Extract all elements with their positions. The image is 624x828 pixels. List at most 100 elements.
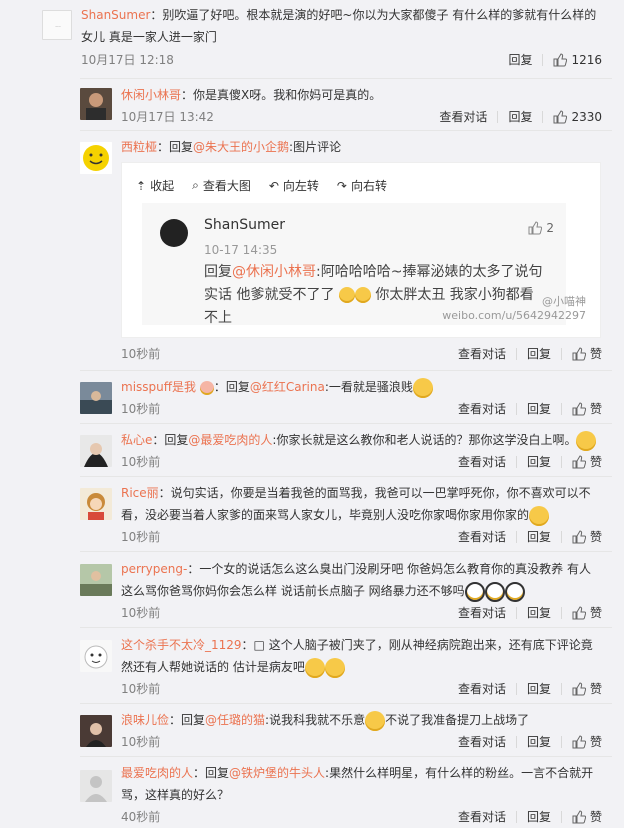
divider xyxy=(80,78,614,79)
mention-link[interactable]: @最爱吃肉的人 xyxy=(188,433,272,447)
thumbs-up-icon xyxy=(572,454,586,468)
avatar[interactable]: ··· xyxy=(42,10,72,40)
comment-username[interactable]: 浪味儿俭 xyxy=(121,713,169,727)
watermark-url: weibo.com/u/5642942297 xyxy=(442,309,586,322)
comment-username[interactable]: 私心e xyxy=(121,433,152,447)
angry-emoji-icon xyxy=(484,581,505,602)
view-conversation-button[interactable]: 查看对话 xyxy=(458,604,506,621)
comment-item: 私心e：回复@最爱吃肉的人:你家长就是这么教你和老人说话的？那你这学没白上啊。 … xyxy=(0,429,612,473)
comment-actions: 查看对话 回复 2330 xyxy=(439,108,602,125)
comment-body: perrypeng-：一个女的说话怎么这么臭出门没刷牙吧 你爸妈怎么教育你的真没… xyxy=(121,558,599,602)
mention-link[interactable]: @朱大王的小企鹅 xyxy=(193,140,289,154)
collapse-button[interactable]: ⇡ 收起 xyxy=(136,177,174,194)
comment-actions: 查看对话 回复 赞 xyxy=(458,808,602,825)
reply-button[interactable]: 回复 xyxy=(527,453,551,470)
reply-button[interactable]: 回复 xyxy=(527,528,551,545)
comment-item: misspuff是我 ：回复@红红Carina:一看就是骚浪贱 10秒前 查看对… xyxy=(0,376,612,420)
like-label: 赞 xyxy=(589,682,602,696)
avatar[interactable] xyxy=(80,640,112,672)
avatar-image xyxy=(80,88,112,120)
comment-body: 这个杀手不太冷_1129：□ 这个人脑子被门夹了，刚从神经病院跑出来，还有底下评… xyxy=(121,634,599,678)
view-conversation-button[interactable]: 查看对话 xyxy=(458,680,506,697)
like-button[interactable]: 赞 xyxy=(572,680,602,697)
rotate-left-button[interactable]: ↶ 向左转 xyxy=(269,177,319,194)
comment-item: perrypeng-：一个女的说话怎么这么臭出门没刷牙吧 你爸妈怎么教育你的真没… xyxy=(0,558,612,624)
comment-text: ：回复 xyxy=(152,433,189,447)
comment-body: 私心e：回复@最爱吃肉的人:你家长就是这么教你和老人说话的？那你这学没白上啊。 xyxy=(121,429,599,451)
thumbs-up-icon xyxy=(572,529,586,543)
like-button[interactable]: 赞 xyxy=(572,808,602,825)
comment-text: :你家长就是这么教你和老人说话的？那你这学没白上啊。 xyxy=(272,433,577,447)
avatar[interactable] xyxy=(80,770,112,802)
comment-actions: 查看对话 回复 赞 xyxy=(458,528,602,545)
view-conversation-button[interactable]: 查看对话 xyxy=(458,453,506,470)
comment-username[interactable]: Rice丽 xyxy=(121,486,159,500)
avatar[interactable] xyxy=(80,435,112,467)
comment-username[interactable]: perrypeng- xyxy=(121,562,187,576)
avatar[interactable] xyxy=(80,88,112,120)
mention-link[interactable]: @红红Carina xyxy=(250,380,325,394)
comment-username[interactable]: 最爱吃肉的人 xyxy=(121,766,193,780)
smiley-emoji-icon xyxy=(365,710,386,731)
comment-username[interactable]: misspuff是我 xyxy=(121,380,196,394)
avatar[interactable] xyxy=(80,715,112,747)
like-button[interactable]: 赞 xyxy=(572,733,602,750)
avatar-image xyxy=(80,564,112,596)
reply-button[interactable]: 回复 xyxy=(527,604,551,621)
comment-text: ：回复 xyxy=(157,140,194,154)
rotate-right-button[interactable]: ↷ 向右转 xyxy=(337,177,387,194)
avatar-image xyxy=(80,488,112,520)
like-button[interactable]: 赞 xyxy=(572,528,602,545)
view-conversation-button[interactable]: 查看对话 xyxy=(458,808,506,825)
avatar[interactable] xyxy=(80,488,112,520)
view-conversation-button[interactable]: 查看对话 xyxy=(458,400,506,417)
reply-button[interactable]: 回复 xyxy=(508,51,532,68)
divider xyxy=(80,703,614,704)
view-conversation-button[interactable]: 查看对话 xyxy=(458,733,506,750)
avatar[interactable] xyxy=(80,382,112,414)
view-conversation-button[interactable]: 查看对话 xyxy=(439,108,487,125)
divider xyxy=(80,130,614,131)
like-button[interactable]: 赞 xyxy=(572,604,602,621)
like-button[interactable]: 赞 xyxy=(572,400,602,417)
mention-link[interactable]: @任璐的猫 xyxy=(205,713,265,727)
comment-username[interactable]: 休闲小林哥 xyxy=(121,88,181,102)
reply-button[interactable]: 回复 xyxy=(527,400,551,417)
mention-link[interactable]: @铁炉堡的牛头人 xyxy=(229,766,325,780)
like-button[interactable]: 2330 xyxy=(553,110,602,124)
comment-actions: 查看对话 回复 赞 xyxy=(458,400,602,417)
comment-username[interactable]: ShanSumer xyxy=(81,8,150,22)
avatar[interactable] xyxy=(80,142,112,174)
divider xyxy=(515,347,517,360)
reply-button[interactable]: 回复 xyxy=(527,680,551,697)
avatar[interactable] xyxy=(80,564,112,596)
like-button[interactable]: 赞 xyxy=(572,453,602,470)
comment-username[interactable]: 西粒桠 xyxy=(121,140,157,154)
pic-time: 10-17 14:35 xyxy=(204,243,278,257)
comment-username[interactable]: 这个杀手不太冷_1129 xyxy=(121,638,242,652)
view-large-button[interactable]: ⌕ 查看大图 xyxy=(192,177,251,194)
reply-button[interactable]: 回复 xyxy=(508,108,532,125)
reply-button[interactable]: 回复 xyxy=(527,345,551,362)
divider xyxy=(80,370,614,371)
divider xyxy=(80,423,614,424)
view-conversation-button[interactable]: 查看对话 xyxy=(458,345,506,362)
like-button[interactable]: 赞 xyxy=(572,345,602,362)
like-button[interactable]: 1216 xyxy=(553,53,602,67)
smiley-avatar-icon xyxy=(80,142,112,174)
scrollbar-track[interactable] xyxy=(612,0,624,828)
divider xyxy=(542,53,544,66)
toolbar-label: 查看大图 xyxy=(202,179,251,193)
reply-button[interactable]: 回复 xyxy=(527,733,551,750)
comment-time: 10秒前 xyxy=(121,606,161,620)
comment-text: ：回复 xyxy=(193,766,230,780)
watermark-handle: @小喵神 xyxy=(542,295,586,308)
thumbs-up-icon xyxy=(572,734,586,748)
divider xyxy=(80,756,614,757)
reply-button[interactable]: 回复 xyxy=(527,808,551,825)
emoji-icon xyxy=(304,657,325,678)
view-conversation-button[interactable]: 查看对话 xyxy=(458,528,506,545)
screenshot-image[interactable]: ShanSumer 10-17 14:35 2 回复@休闲小林哥:阿哈哈哈哈~捧… xyxy=(142,203,586,326)
comment-time: 10秒前 xyxy=(121,682,161,696)
toolbar-label: 收起 xyxy=(150,179,175,193)
